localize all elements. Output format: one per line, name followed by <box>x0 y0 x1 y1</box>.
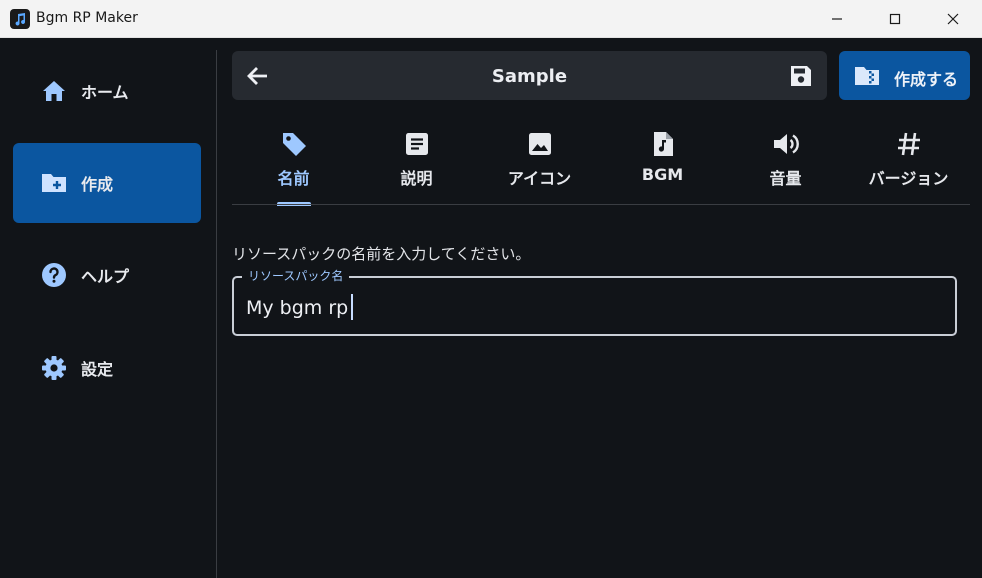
create-button[interactable]: 作成する <box>839 51 970 100</box>
instruction-text: リソースパックの名前を入力してください。 <box>232 245 531 263</box>
header-bar: Sample <box>232 51 827 100</box>
music-file-icon <box>601 130 724 158</box>
minimize-icon <box>832 18 842 20</box>
create-folder-icon <box>40 169 68 197</box>
folder-zip-icon <box>853 63 881 89</box>
title-bar: Bgm RP Maker <box>0 0 982 38</box>
tab-version[interactable]: バージョン <box>847 120 970 206</box>
tab-label: 説明 <box>400 169 433 188</box>
create-button-label: 作成する <box>894 70 959 89</box>
maximize-button[interactable] <box>866 0 924 38</box>
volume-icon <box>724 130 847 158</box>
back-button[interactable] <box>242 61 274 91</box>
image-icon <box>478 130 601 158</box>
arrow-back-icon <box>247 67 267 85</box>
text-caret <box>351 294 353 320</box>
minimize-button[interactable] <box>808 0 866 38</box>
tab-label: 音量 <box>769 169 802 188</box>
sidebar-item-label: 作成 <box>81 175 114 194</box>
sidebar-item-help[interactable]: ヘルプ <box>13 235 201 315</box>
tab-label: 名前 <box>277 169 310 188</box>
sidebar-divider <box>216 50 217 578</box>
sidebar-item-create[interactable]: 作成 <box>13 143 201 223</box>
tab-icon-image[interactable]: アイコン <box>478 120 601 206</box>
close-icon <box>947 13 959 25</box>
sidebar: ホーム 作成 ヘルプ 設定 <box>0 38 216 578</box>
sidebar-item-home[interactable]: ホーム <box>13 51 201 131</box>
save-button[interactable] <box>786 62 816 90</box>
tab-bgm[interactable]: BGM <box>601 120 724 206</box>
tab-label: アイコン <box>507 169 572 188</box>
tab-label: バージョン <box>868 169 949 188</box>
field-label: リソースパック名 <box>242 267 350 284</box>
resource-pack-name-input[interactable] <box>246 293 936 323</box>
tab-label: BGM <box>641 165 684 184</box>
app-logo-icon <box>10 9 30 29</box>
close-button[interactable] <box>924 0 982 38</box>
gear-icon <box>40 354 68 382</box>
tab-description[interactable]: 説明 <box>355 120 478 206</box>
tabs-divider <box>232 204 970 205</box>
sidebar-item-settings[interactable]: 設定 <box>13 328 201 408</box>
sidebar-item-label: 設定 <box>81 360 114 379</box>
tab-volume[interactable]: 音量 <box>724 120 847 206</box>
tab-bar: 名前 説明 アイコン BGM 音量 バージョン <box>232 120 970 206</box>
hash-icon <box>847 130 970 158</box>
sidebar-item-label: ホーム <box>81 83 129 102</box>
maximize-icon <box>889 13 901 25</box>
resource-pack-name-field: リソースパック名 <box>232 267 957 336</box>
home-icon <box>40 77 68 105</box>
window-title: Bgm RP Maker <box>36 10 138 26</box>
description-icon <box>355 130 478 158</box>
tag-icon <box>232 130 355 158</box>
tab-name[interactable]: 名前 <box>232 120 355 206</box>
page-title: Sample <box>491 66 568 87</box>
help-icon <box>40 261 68 289</box>
sidebar-item-label: ヘルプ <box>81 267 130 286</box>
save-icon <box>791 66 811 86</box>
